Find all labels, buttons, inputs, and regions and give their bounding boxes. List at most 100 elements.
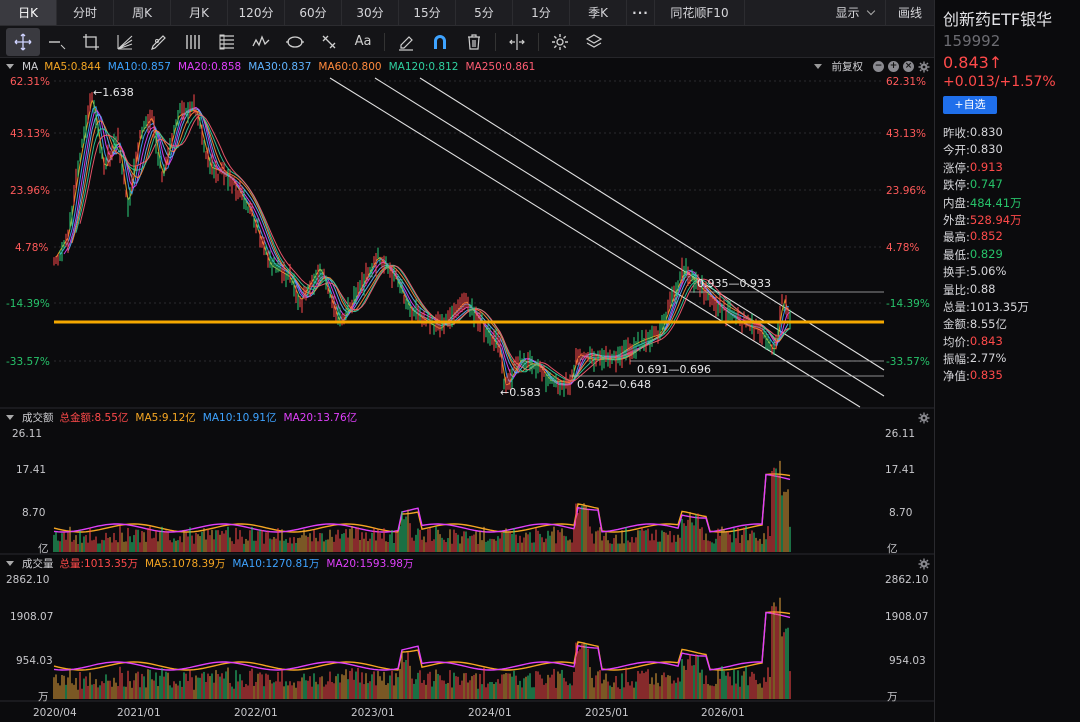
volume-y-tick: 2862.10 [6,574,49,586]
toolbar-divider [495,32,496,51]
fan-icon[interactable] [108,28,142,56]
wave-icon[interactable] [244,28,278,56]
x-axis-label: 2020/04 [33,707,77,719]
tab-quarter-k[interactable]: 季K [570,0,627,25]
y-tick-left: -14.39% [6,298,50,310]
stat-value: 0.829 [969,246,1003,261]
current-price: 0.843↑ [943,53,1003,72]
stat-label: 量比: [943,282,970,297]
f10-button[interactable]: 同花顺F10 [655,0,745,25]
stat-label: 金额: [943,317,970,332]
tab-15min[interactable]: 15分 [399,0,456,25]
layers-icon[interactable] [577,28,611,56]
volume-ma-line [53,611,791,671]
stat-row: 振幅: 2.77% [943,351,1080,368]
amount-y-tick: 26.11 [885,428,915,440]
pen-icon[interactable] [142,28,176,56]
eraser-icon[interactable] [389,28,423,56]
kline-chart[interactable]: 62.31% 43.13% 23.96% 4.78% -14.39% -33.5… [0,58,934,722]
x-axis-label: 2024/01 [468,707,512,719]
y-tick-left: -33.57% [6,356,50,368]
tab-60min[interactable]: 60分 [285,0,342,25]
stat-label: 内盘: [943,195,970,210]
candlesticks [53,92,791,397]
stat-value: 5.06% [969,264,1007,279]
y-tick-right: 23.96% [886,185,926,197]
low-annotation: ←0.583 [500,386,541,399]
amount-y-tick: 26.11 [12,428,42,440]
y-tick-left: 4.78% [15,242,48,254]
stat-value: 0.843 [969,333,1003,348]
y-tick-right: -33.57% [886,356,930,368]
trash-icon[interactable] [457,28,491,56]
add-watchlist-button[interactable]: +自选 [943,96,997,114]
tab-bar-spacer [745,0,824,25]
crosshair-icon[interactable] [6,27,40,56]
y-tick-left: 23.96% [10,185,50,197]
text-tool-icon[interactable]: Aa [346,28,380,56]
volume-y-tick: 万 [38,691,49,703]
tab-1min[interactable]: 1分 [513,0,570,25]
more-periods-button[interactable]: ··· [627,0,655,25]
tab-month-k[interactable]: 月K [171,0,228,25]
chevron-down-icon [866,6,875,15]
display-dropdown[interactable]: 显示 [824,0,886,25]
horizontal-line-icon[interactable] [40,28,74,56]
stat-row: 总量: 1013.35万 [943,299,1080,316]
moving-average-lines [53,98,791,671]
tab-week-k[interactable]: 周K [114,0,171,25]
tab-day-k[interactable]: 日K [0,0,57,25]
high-annotation: ←1.638 [93,86,134,99]
stat-row: 昨收: 0.830 [943,125,1080,142]
magnet-icon[interactable] [423,28,457,56]
y-tick-right: -14.39% [886,298,930,310]
amount-y-tick: 亿 [887,542,898,555]
ellipse-icon[interactable] [278,28,312,56]
stat-label: 今开: [943,143,970,158]
range-annotation-1: 0.642—0.648 [577,378,651,391]
list-icon[interactable] [210,28,244,56]
stat-value: 2.77% [969,351,1007,366]
volume-bars [53,597,791,699]
stock-name: 创新药ETF银华 [943,10,1053,29]
draw-line-button[interactable]: 画线 [886,0,934,25]
drawing-toolbar: Aa [0,26,934,58]
stat-value: 528.94万 [969,212,1022,227]
x-axis-label: 2021/01 [117,707,161,719]
display-label: 显示 [835,6,860,20]
measure-icon[interactable] [312,28,346,56]
y-tick-right: 43.13% [886,128,926,140]
quote-stats: 昨收: 0.830 今开: 0.830 涨停: 0.913 跌停: 0.747 内盘: 484.4… [943,125,1080,386]
stat-value: 0.830 [969,142,1003,157]
y-tick-right: 62.31% [886,76,926,88]
amount-y-tick: 8.70 [22,507,45,519]
quote-panel: 创新药ETF银华 159992 0.843↑ +0.013/+1.57% +自选… [934,0,1080,722]
tab-30min[interactable]: 30分 [342,0,399,25]
chart-grid [0,80,934,702]
tab-120min[interactable]: 120分 [228,0,285,25]
amount-ma-line [53,473,791,533]
tab-intraday[interactable]: 分时 [57,0,114,25]
flip-icon[interactable] [500,28,534,56]
x-axis-label: 2025/01 [585,707,629,719]
y-tick-right: 4.78% [886,242,919,254]
amount-y-tick: 亿 [38,542,49,555]
stat-row: 金额: 8.55亿 [943,316,1080,333]
stat-value: 1013.35万 [969,299,1029,314]
y-tick-left: 62.31% [10,76,50,88]
settings-icon[interactable] [543,28,577,56]
parallel-lines-icon[interactable] [176,28,210,56]
stat-value: 0.88 [969,281,996,296]
range-annotation-3: 0.935—0.933 [697,277,771,290]
stat-label: 均价: [943,334,970,349]
period-tab-bar: 日K 分时 周K 月K 120分 60分 30分 15分 5分 1分 季K ··… [0,0,934,26]
ma-line [75,113,791,382]
volume-y-tick: 1908.07 [885,611,928,623]
stat-label: 涨停: [943,160,970,175]
tab-5min[interactable]: 5分 [456,0,513,25]
stat-label: 最低: [943,247,970,262]
crop-icon[interactable] [74,28,108,56]
amount-y-tick: 8.70 [889,507,912,519]
stat-label: 换手: [943,265,970,280]
stat-row: 内盘: 484.41万 [943,195,1080,212]
